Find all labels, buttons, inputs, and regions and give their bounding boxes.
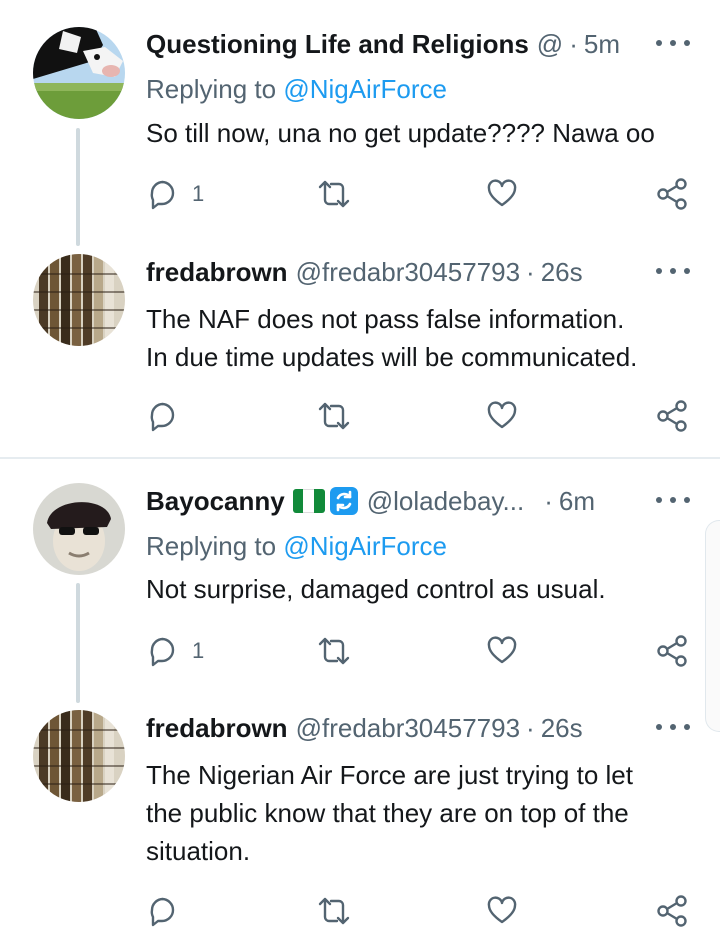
reply-icon [150, 897, 175, 927]
share-icon [657, 895, 687, 927]
replying-to-prefix: Replying to [146, 531, 284, 561]
tweet-text: The Nigerian Air Force are just trying t… [146, 756, 690, 870]
dot-separator: · [544, 485, 553, 516]
timestamp[interactable]: 5m [584, 29, 620, 60]
retweet-icon [318, 402, 350, 430]
tweet-actions [146, 396, 691, 436]
replying-to: Replying to @NigAirForce [146, 74, 447, 105]
display-name[interactable]: Bayocanny [146, 486, 285, 517]
timestamp[interactable]: 26s [541, 257, 583, 288]
share-icon [657, 178, 687, 210]
tweet-3[interactable]: Bayocanny @loladebay... · 6m Replying to… [0, 459, 720, 703]
timestamp[interactable]: 6m [559, 486, 595, 517]
tweet-4[interactable]: fredabrown @fredabr30457793 · 26s The Ni… [0, 687, 720, 937]
dot-separator: · [569, 28, 578, 59]
tweet-header: Questioning Life and Religions @ · 5m [146, 26, 690, 62]
avatar[interactable] [33, 254, 125, 346]
retweet-button[interactable] [316, 396, 352, 436]
dot-separator: · [526, 712, 535, 743]
tweet-actions: 1 [146, 174, 691, 214]
avatar[interactable] [33, 27, 125, 119]
nigeria-flag-icon [292, 489, 325, 513]
reply-button[interactable] [146, 891, 178, 931]
tweet-text-line: the public know that they are on top of … [146, 798, 629, 828]
tweet-header: Bayocanny @loladebay... · 6m [146, 483, 690, 519]
avatar[interactable] [33, 710, 125, 802]
share-icon [657, 635, 687, 667]
tweet-actions [146, 891, 691, 931]
tweet-text-line: In due time updates will be communicated… [146, 342, 638, 372]
tweet-actions: 1 [146, 631, 691, 671]
replying-to-prefix: Replying to [146, 74, 284, 104]
display-name[interactable]: Questioning Life and Religions [146, 29, 529, 60]
more-icon[interactable] [656, 712, 690, 742]
tweet-text: The NAF does not pass false information.… [146, 300, 690, 376]
cow-avatar-icon [33, 27, 125, 119]
reply-icon [150, 637, 175, 667]
tweet-text-line: Not surprise, damaged control as usual. [146, 574, 606, 604]
mention-link[interactable]: @NigAirForce [283, 531, 447, 561]
retweet-button[interactable] [316, 174, 352, 214]
share-button[interactable] [655, 891, 689, 931]
share-icon [657, 400, 687, 432]
mention-link[interactable]: @NigAirForce [283, 74, 447, 104]
like-button[interactable] [486, 891, 518, 931]
share-button[interactable] [655, 174, 689, 214]
tweet-text-line: The Nigerian Air Force are just trying t… [146, 760, 633, 790]
more-icon[interactable] [656, 28, 690, 58]
tweet-text-line: So till now, una no get update???? Nawa … [146, 118, 655, 148]
like-icon [487, 636, 517, 664]
thread-line [76, 128, 80, 246]
more-icon[interactable] [656, 256, 690, 286]
tweet-text-line: The NAF does not pass false information. [146, 304, 625, 334]
retweet-button[interactable] [316, 891, 352, 931]
tweet-2[interactable]: fredabrown @fredabr30457793 · 26s The NA… [0, 230, 720, 455]
tweet-header: fredabrown @fredabr30457793 · 26s [146, 254, 690, 290]
tweet-text: Not surprise, damaged control as usual. [146, 570, 690, 608]
reply-icon [150, 402, 175, 432]
tweet-text: So till now, una no get update???? Nawa … [146, 114, 690, 152]
retweet-icon [318, 897, 350, 925]
reply-button[interactable]: 1 [146, 174, 204, 214]
reply-icon [150, 180, 175, 210]
man-with-cap-avatar-icon [33, 483, 125, 575]
like-icon [487, 896, 517, 924]
dot-separator: · [526, 256, 535, 287]
handle[interactable]: @fredabr30457793 [296, 257, 520, 288]
reply-count: 1 [192, 638, 205, 663]
reply-button[interactable] [146, 396, 178, 436]
more-icon[interactable] [656, 485, 690, 515]
share-button[interactable] [655, 396, 689, 436]
retweet-icon [318, 637, 350, 665]
thread-line [76, 583, 80, 703]
like-icon [487, 179, 517, 207]
tweet-header: fredabrown @fredabr30457793 · 26s [146, 710, 690, 746]
like-button[interactable] [486, 631, 518, 671]
retweet-icon [318, 180, 350, 208]
reply-button[interactable]: 1 [146, 631, 204, 671]
like-button[interactable] [486, 174, 518, 214]
handle[interactable]: @fredabr30457793 [296, 713, 520, 744]
braided-hair-avatar-icon [33, 710, 125, 802]
display-name[interactable]: fredabrown [146, 257, 288, 288]
display-name[interactable]: fredabrown [146, 713, 288, 744]
timestamp[interactable]: 26s [541, 713, 583, 744]
retweet-button[interactable] [316, 631, 352, 671]
avatar[interactable] [33, 483, 125, 575]
braided-hair-avatar-icon [33, 254, 125, 346]
tweet-text-line: situation. [146, 836, 251, 866]
reply-count: 1 [192, 181, 205, 206]
share-button[interactable] [655, 631, 689, 671]
tweet-1[interactable]: Questioning Life and Religions @ · 5m Re… [0, 0, 720, 246]
handle[interactable]: @loladebay... [367, 486, 524, 517]
like-button[interactable] [486, 396, 518, 436]
scroll-handle[interactable] [705, 520, 720, 732]
like-icon [487, 401, 517, 429]
replying-to: Replying to @NigAirForce [146, 531, 447, 562]
refresh-badge-icon [329, 487, 358, 515]
handle[interactable]: @ [537, 29, 563, 60]
